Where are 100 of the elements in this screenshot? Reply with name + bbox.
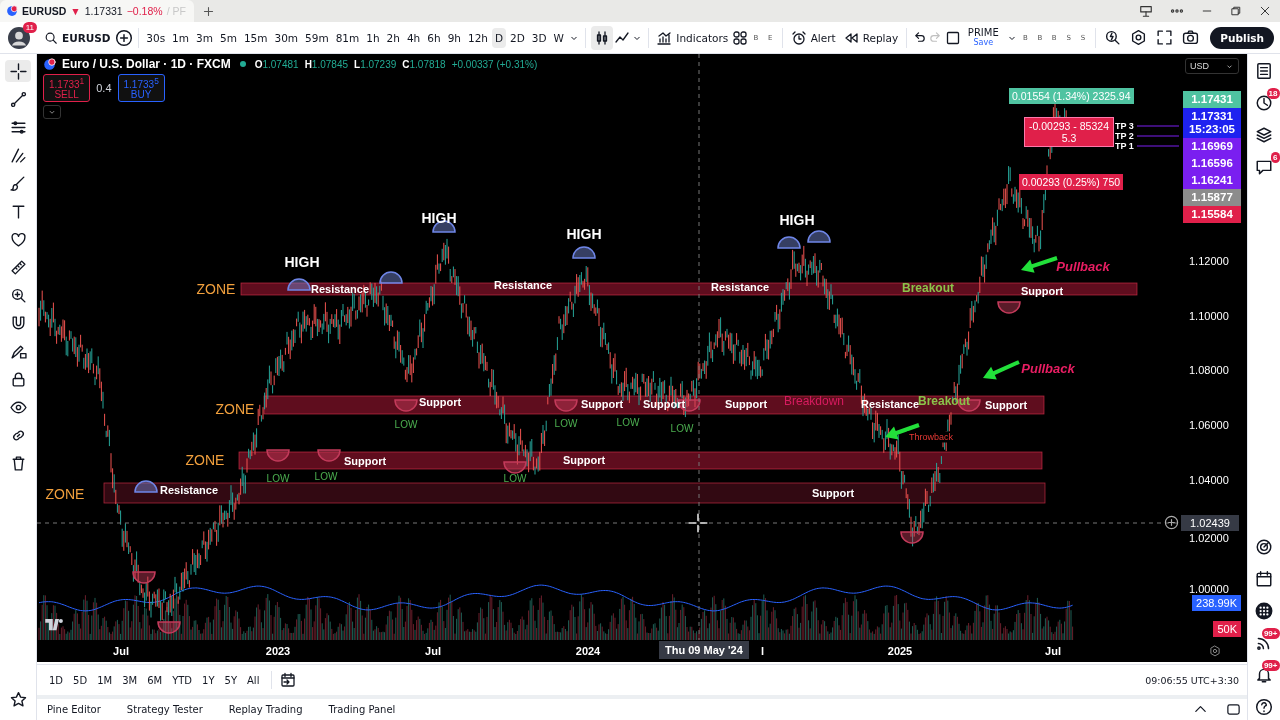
chart-type-button[interactable] — [590, 25, 613, 50]
pullback-label: Pullback — [1056, 259, 1110, 273]
range-button[interactable]: 5Y — [220, 671, 241, 689]
crosshair-cursor-icon — [688, 513, 708, 533]
layout-button[interactable]: PRIME Save — [961, 25, 1005, 50]
notification-badge: 18 — [1266, 88, 1280, 99]
calendar-icon[interactable] — [1254, 570, 1273, 588]
spread-value: 0.4 — [96, 82, 112, 95]
time-tick: Jul — [1045, 645, 1061, 657]
new-tab-icon[interactable] — [201, 4, 215, 18]
high-label: HIGH — [284, 255, 320, 269]
interval-button[interactable]: D — [492, 27, 507, 48]
interval-button[interactable]: 3m — [193, 27, 216, 48]
restore-icon[interactable] — [1230, 5, 1242, 17]
star-icon[interactable] — [9, 691, 27, 708]
swing-low-marker — [900, 531, 924, 544]
interval-button[interactable]: 5m — [216, 27, 240, 48]
panel-tab[interactable]: Strategy Tester — [122, 701, 207, 718]
range-button[interactable]: YTD — [168, 671, 197, 689]
low-label: LOW — [670, 424, 694, 434]
buy-button[interactable]: 1.1733$^{5}$ BUY — [117, 74, 165, 103]
replay-button[interactable]: Replay — [839, 25, 902, 50]
fullscreen-icon[interactable] — [1156, 29, 1174, 46]
interval-button[interactable]: 3D — [528, 27, 550, 48]
interval-button[interactable]: 9h — [444, 27, 464, 48]
alerts-icon[interactable] — [1254, 94, 1273, 112]
layers-icon[interactable] — [1254, 126, 1273, 144]
close-icon[interactable] — [1259, 5, 1271, 17]
chat-icon[interactable] — [1254, 158, 1273, 176]
add-alert-icon[interactable] — [1164, 515, 1179, 530]
square-icon[interactable] — [944, 29, 961, 46]
panel-tab[interactable]: Replay Trading — [224, 701, 307, 718]
interval-button[interactable]: 4h — [403, 27, 424, 48]
notification-badge: 11 — [22, 21, 37, 33]
interval-button[interactable]: 15m — [240, 27, 271, 48]
apps-icon[interactable] — [1254, 602, 1273, 620]
notification-badge: 99+ — [1261, 628, 1280, 639]
notification-badge: 99+ — [1261, 660, 1280, 671]
symbol-title: Euro / U.S. Dollar · 1D · FXCM — [62, 57, 231, 71]
monitor-icon[interactable] — [1139, 4, 1153, 18]
crosshair-icon — [9, 62, 27, 80]
interval-button[interactable]: 1m — [169, 27, 193, 48]
alarm-clock-icon — [790, 29, 807, 46]
alert-button[interactable]: Alert — [787, 25, 839, 50]
high-label: HIGH — [566, 227, 602, 241]
symbol-search[interactable]: EURUSD — [41, 26, 114, 49]
quick-search-icon[interactable] — [1104, 29, 1122, 46]
low-label: LOW — [503, 474, 527, 484]
interval-button[interactable]: 30m — [271, 27, 302, 48]
zone-label: ZONE — [185, 453, 225, 467]
publish-button[interactable]: Publish — [1210, 26, 1274, 49]
time-tick: l — [761, 645, 765, 657]
heart-icon — [9, 230, 27, 248]
settings-icon[interactable] — [1130, 29, 1148, 46]
range-button[interactable]: 6M — [143, 671, 167, 689]
swing-low-marker — [157, 621, 181, 634]
notifications-icon[interactable] — [1254, 666, 1273, 684]
interval-button[interactable]: 2h — [383, 27, 403, 48]
interval-button[interactable]: 6h — [424, 27, 444, 48]
range-button[interactable]: 5D — [69, 671, 92, 689]
camera-icon[interactable] — [1182, 29, 1200, 46]
interval-button[interactable]: W — [550, 27, 567, 48]
range-button[interactable]: 3M — [118, 671, 142, 689]
maximize-icon[interactable] — [1226, 702, 1241, 717]
time-tick: 2023 — [265, 645, 291, 657]
swing-low-marker — [503, 461, 527, 474]
range-button[interactable]: 1M — [93, 671, 117, 689]
interval-button[interactable]: 81m — [332, 27, 363, 48]
swing-low-marker — [394, 399, 418, 412]
swing-low-marker — [132, 571, 156, 584]
add-symbol-icon[interactable] — [114, 28, 133, 47]
target-icon[interactable] — [1254, 538, 1273, 556]
tool-button[interactable] — [5, 60, 31, 82]
watchlist-icon[interactable] — [1254, 62, 1273, 80]
interval-button[interactable]: 30s — [143, 27, 169, 48]
clock-time[interactable]: 09:06:55 UTC+3:30 — [1145, 674, 1239, 686]
interval-button[interactable]: 2D — [507, 27, 528, 48]
interval-button[interactable]: 59m — [302, 27, 332, 48]
indicators-button[interactable]: Indicators — [653, 25, 732, 50]
bar-countdown: 15:23:05 — [1188, 123, 1235, 135]
range-button[interactable]: 1D — [45, 671, 68, 689]
ohlc-value: C1.07818 — [402, 58, 446, 70]
save-link[interactable]: Save — [973, 37, 994, 48]
interval-button[interactable]: 1h — [363, 27, 383, 48]
target-label: 0.01554 (1.34%) 2325.94 — [1009, 88, 1134, 104]
currency-dropdown[interactable]: USD — [1185, 58, 1239, 74]
layout-name: PRIME — [967, 27, 999, 38]
price-value: 1.17431 — [1191, 93, 1233, 105]
panel-tab[interactable]: Pine Editor — [43, 701, 105, 718]
range-button[interactable]: All — [243, 671, 264, 689]
swing-low-marker — [554, 399, 578, 412]
interval-button[interactable]: 12h — [464, 27, 491, 48]
layout-grid-icon[interactable] — [732, 29, 749, 46]
support-label: Support — [642, 398, 686, 410]
help-icon[interactable] — [1254, 698, 1273, 716]
price-value: 1.17331 — [1191, 110, 1233, 122]
sell-button[interactable]: 1.1733$^{1}$ SELL — [43, 74, 91, 103]
panel-tab[interactable]: Trading Panel — [324, 701, 400, 718]
go-to-date-icon[interactable] — [280, 672, 297, 688]
range-button[interactable]: 1Y — [198, 671, 219, 689]
